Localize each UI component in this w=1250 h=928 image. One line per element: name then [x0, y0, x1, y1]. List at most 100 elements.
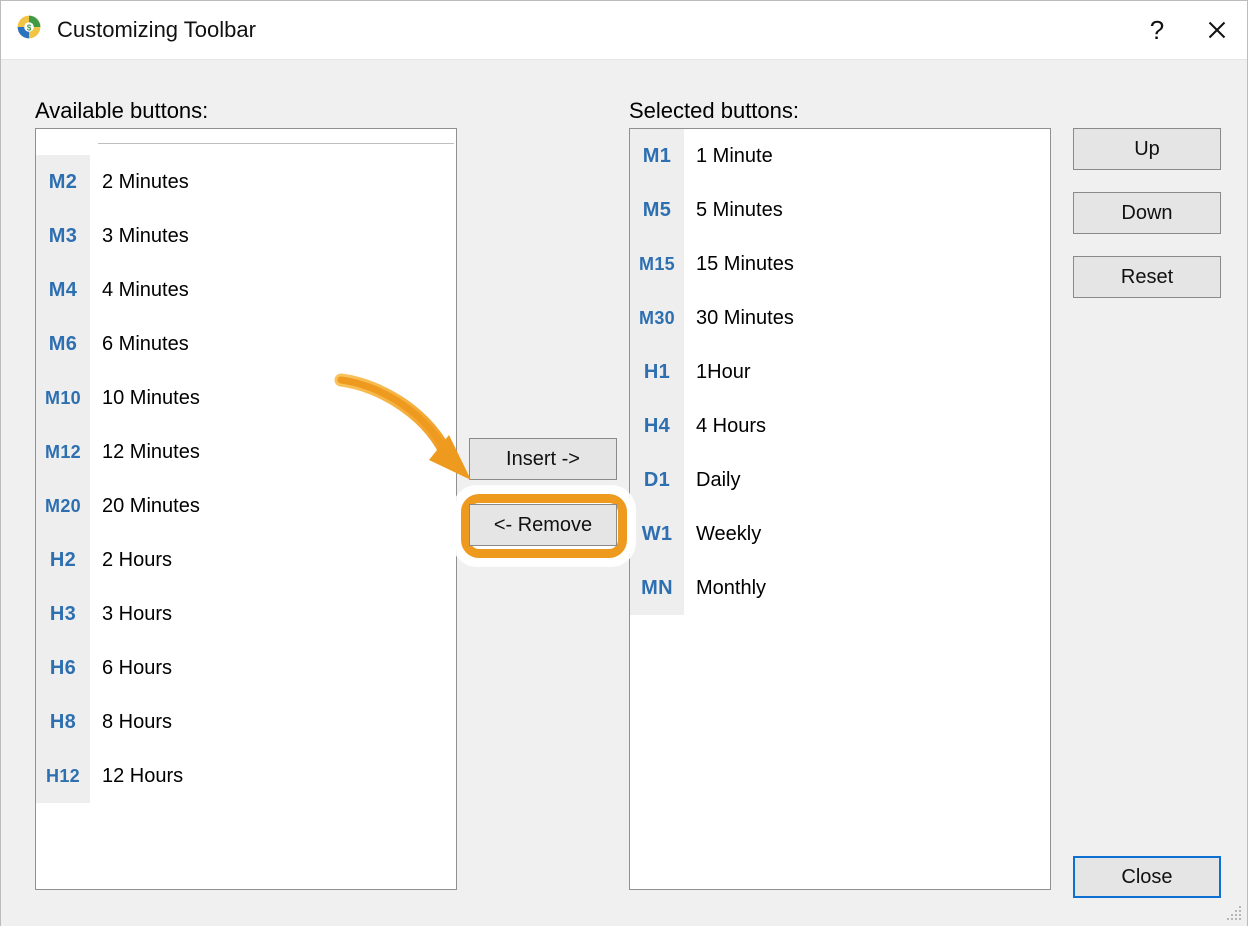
- timeframe-code-icon: H6: [36, 641, 90, 695]
- titlebar: $ Customizing Toolbar ?: [1, 1, 1247, 60]
- timeframe-code-icon: H8: [36, 695, 90, 749]
- available-item[interactable]: H12 12 Hours: [36, 749, 456, 803]
- available-item[interactable]: M6 6 Minutes: [36, 317, 456, 371]
- selected-item[interactable]: H4 4 Hours: [630, 399, 1050, 453]
- close-window-button[interactable]: [1187, 1, 1247, 59]
- timeframe-label: 4 Hours: [696, 415, 766, 438]
- timeframe-label: 1 Minute: [696, 145, 773, 168]
- timeframe-code: M20: [45, 496, 81, 517]
- timeframe-label: 15 Minutes: [696, 253, 794, 276]
- timeframe-code-icon: MN: [630, 561, 684, 615]
- timeframe-label: 2 Minutes: [102, 171, 189, 194]
- available-item[interactable]: H8 8 Hours: [36, 695, 456, 749]
- timeframe-code: M6: [49, 333, 77, 356]
- timeframe-code: M5: [643, 199, 671, 222]
- timeframe-code-icon: M2: [36, 155, 90, 209]
- timeframe-code-icon: H12: [36, 749, 90, 803]
- window-title: Customizing Toolbar: [57, 17, 256, 43]
- selected-item[interactable]: M15 15 Minutes: [630, 237, 1050, 291]
- timeframe-label: Weekly: [696, 523, 761, 546]
- down-button-label: Down: [1121, 202, 1172, 225]
- selected-item[interactable]: W1 Weekly: [630, 507, 1050, 561]
- available-item[interactable]: M2 2 Minutes: [36, 155, 456, 209]
- timeframe-code-icon: M20: [36, 479, 90, 533]
- app-icon: $: [15, 13, 43, 47]
- svg-text:$: $: [27, 24, 32, 33]
- timeframe-code: MN: [641, 577, 673, 600]
- timeframe-label: 10 Minutes: [102, 387, 200, 410]
- timeframe-label: Daily: [696, 469, 740, 492]
- available-item[interactable]: M4 4 Minutes: [36, 263, 456, 317]
- timeframe-code-icon: M10: [36, 371, 90, 425]
- timeframe-label: 8 Hours: [102, 711, 172, 734]
- close-button-label: Close: [1121, 866, 1172, 889]
- timeframe-code-icon: H2: [36, 533, 90, 587]
- timeframe-code-icon: D1: [630, 453, 684, 507]
- resize-grip-icon[interactable]: [1227, 906, 1245, 924]
- selected-item[interactable]: H1 1Hour: [630, 345, 1050, 399]
- available-buttons-list[interactable]: M2 2 Minutes M33 Minutes M4 4 Minutes M6 6 Min…: [35, 128, 457, 890]
- timeframe-code-icon: M12: [36, 425, 90, 479]
- timeframe-label: 6 Minutes: [102, 333, 189, 356]
- timeframe-code: M2: [49, 171, 77, 194]
- timeframe-code-icon: M30: [630, 291, 684, 345]
- timeframe-code-icon: M1: [630, 129, 684, 183]
- available-item[interactable]: M20 20 Minutes: [36, 479, 456, 533]
- available-item[interactable]: M12 12 Minutes: [36, 425, 456, 479]
- timeframe-label: 20 Minutes: [102, 495, 200, 518]
- up-button-label: Up: [1134, 138, 1160, 161]
- remove-button[interactable]: <- Remove: [469, 504, 617, 546]
- timeframe-code: M1: [643, 145, 671, 168]
- timeframe-code: M30: [639, 308, 675, 329]
- selected-buttons-list[interactable]: M1 1 Minute M5 5 Minutes M15 15 Minutes M30 30 …: [629, 128, 1051, 890]
- selected-item[interactable]: M5 5 Minutes: [630, 183, 1050, 237]
- customize-toolbar-dialog: $ Customizing Toolbar ? Available button…: [0, 0, 1248, 926]
- timeframe-code: H1: [644, 361, 670, 384]
- timeframe-code-icon: M4: [36, 263, 90, 317]
- reset-button-label: Reset: [1121, 266, 1173, 289]
- timeframe-label: 30 Minutes: [696, 307, 794, 330]
- timeframe-code: M12: [45, 442, 81, 463]
- timeframe-label: 1Hour: [696, 361, 750, 384]
- timeframe-code: H3: [50, 603, 76, 626]
- selected-item[interactable]: MN Monthly: [630, 561, 1050, 615]
- available-item[interactable]: H2 2 Hours: [36, 533, 456, 587]
- remove-button-label: <- Remove: [494, 514, 592, 537]
- timeframe-label: 4 Minutes: [102, 279, 189, 302]
- timeframe-code: H4: [644, 415, 670, 438]
- available-item[interactable]: M33 Minutes: [36, 209, 456, 263]
- available-item[interactable]: H33 Hours: [36, 587, 456, 641]
- timeframe-label: Monthly: [696, 577, 766, 600]
- timeframe-code: M3: [49, 225, 77, 248]
- separator-line: [98, 143, 454, 144]
- insert-button[interactable]: Insert ->: [469, 438, 617, 480]
- timeframe-code-icon: M15: [630, 237, 684, 291]
- timeframe-code-icon: W1: [630, 507, 684, 561]
- reset-button[interactable]: Reset: [1073, 256, 1221, 298]
- timeframe-label: 6 Hours: [102, 657, 172, 680]
- timeframe-label: 2 Hours: [102, 549, 172, 572]
- selected-item[interactable]: M30 30 Minutes: [630, 291, 1050, 345]
- timeframe-code: H2: [50, 549, 76, 572]
- timeframe-code: W1: [642, 523, 673, 546]
- label-selected-buttons: Selected buttons:: [629, 98, 799, 124]
- available-item[interactable]: M10 10 Minutes: [36, 371, 456, 425]
- close-button[interactable]: Close: [1073, 856, 1221, 898]
- timeframe-label: 12 Hours: [102, 765, 183, 788]
- timeframe-code-icon: M5: [630, 183, 684, 237]
- timeframe-code-icon: H4: [630, 399, 684, 453]
- up-button[interactable]: Up: [1073, 128, 1221, 170]
- selected-item[interactable]: M1 1 Minute: [630, 129, 1050, 183]
- down-button[interactable]: Down: [1073, 192, 1221, 234]
- timeframe-code-icon: H1: [630, 345, 684, 399]
- timeframe-code: M15: [639, 254, 675, 275]
- timeframe-code-icon: M3: [36, 209, 90, 263]
- dialog-body: Available buttons: Selected buttons: M22…: [1, 60, 1247, 926]
- timeframe-label: 12 Minutes: [102, 441, 200, 464]
- available-item[interactable]: H6 6 Hours: [36, 641, 456, 695]
- help-button[interactable]: ?: [1127, 1, 1187, 59]
- timeframe-label: 5 Minutes: [696, 199, 783, 222]
- timeframe-code: M4: [49, 279, 77, 302]
- selected-item[interactable]: D1 Daily: [630, 453, 1050, 507]
- timeframe-code: H8: [50, 711, 76, 734]
